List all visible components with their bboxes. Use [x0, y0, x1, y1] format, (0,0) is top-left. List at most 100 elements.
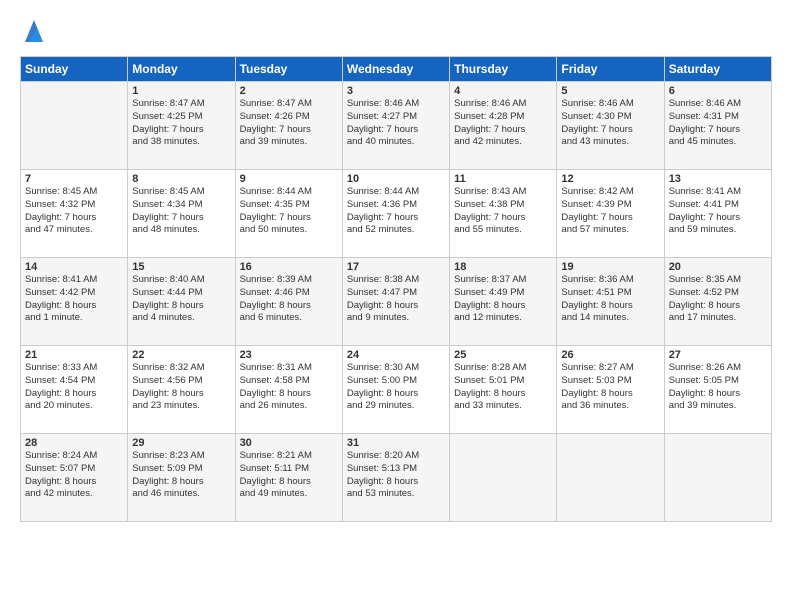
calendar-cell: 16Sunrise: 8:39 AMSunset: 4:46 PMDayligh…: [235, 258, 342, 346]
day-number: 5: [561, 85, 659, 97]
day-info: Sunrise: 8:41 AMSunset: 4:41 PMDaylight:…: [669, 186, 767, 237]
calendar-cell: 4Sunrise: 8:46 AMSunset: 4:28 PMDaylight…: [450, 82, 557, 170]
calendar-cell: 29Sunrise: 8:23 AMSunset: 5:09 PMDayligh…: [128, 434, 235, 522]
header-cell-tuesday: Tuesday: [235, 57, 342, 82]
day-number: 23: [240, 349, 338, 361]
header-cell-monday: Monday: [128, 57, 235, 82]
day-info: Sunrise: 8:30 AMSunset: 5:00 PMDaylight:…: [347, 362, 445, 413]
calendar-cell: 21Sunrise: 8:33 AMSunset: 4:54 PMDayligh…: [21, 346, 128, 434]
calendar-cell: [21, 82, 128, 170]
day-info: Sunrise: 8:20 AMSunset: 5:13 PMDaylight:…: [347, 450, 445, 501]
calendar-cell: 28Sunrise: 8:24 AMSunset: 5:07 PMDayligh…: [21, 434, 128, 522]
calendar-cell: 20Sunrise: 8:35 AMSunset: 4:52 PMDayligh…: [664, 258, 771, 346]
day-info: Sunrise: 8:35 AMSunset: 4:52 PMDaylight:…: [669, 274, 767, 325]
day-info: Sunrise: 8:26 AMSunset: 5:05 PMDaylight:…: [669, 362, 767, 413]
day-number: 14: [25, 261, 123, 273]
calendar-week-row: 28Sunrise: 8:24 AMSunset: 5:07 PMDayligh…: [21, 434, 772, 522]
day-number: 6: [669, 85, 767, 97]
day-number: 24: [347, 349, 445, 361]
calendar-cell: [557, 434, 664, 522]
day-info: Sunrise: 8:45 AMSunset: 4:32 PMDaylight:…: [25, 186, 123, 237]
calendar-cell: [450, 434, 557, 522]
day-info: Sunrise: 8:39 AMSunset: 4:46 PMDaylight:…: [240, 274, 338, 325]
calendar-cell: 6Sunrise: 8:46 AMSunset: 4:31 PMDaylight…: [664, 82, 771, 170]
day-number: 30: [240, 437, 338, 449]
day-info: Sunrise: 8:27 AMSunset: 5:03 PMDaylight:…: [561, 362, 659, 413]
day-number: 10: [347, 173, 445, 185]
day-number: 9: [240, 173, 338, 185]
logo: [20, 18, 45, 46]
day-info: Sunrise: 8:46 AMSunset: 4:28 PMDaylight:…: [454, 98, 552, 149]
day-info: Sunrise: 8:41 AMSunset: 4:42 PMDaylight:…: [25, 274, 123, 325]
header-cell-thursday: Thursday: [450, 57, 557, 82]
calendar-cell: 14Sunrise: 8:41 AMSunset: 4:42 PMDayligh…: [21, 258, 128, 346]
calendar-cell: 12Sunrise: 8:42 AMSunset: 4:39 PMDayligh…: [557, 170, 664, 258]
calendar-cell: 13Sunrise: 8:41 AMSunset: 4:41 PMDayligh…: [664, 170, 771, 258]
day-number: 8: [132, 173, 230, 185]
calendar-week-row: 21Sunrise: 8:33 AMSunset: 4:54 PMDayligh…: [21, 346, 772, 434]
header-cell-wednesday: Wednesday: [342, 57, 449, 82]
header: [20, 18, 772, 46]
day-number: 29: [132, 437, 230, 449]
day-number: 27: [669, 349, 767, 361]
header-cell-saturday: Saturday: [664, 57, 771, 82]
calendar-cell: 11Sunrise: 8:43 AMSunset: 4:38 PMDayligh…: [450, 170, 557, 258]
day-info: Sunrise: 8:32 AMSunset: 4:56 PMDaylight:…: [132, 362, 230, 413]
day-info: Sunrise: 8:47 AMSunset: 4:25 PMDaylight:…: [132, 98, 230, 149]
calendar-cell: 2Sunrise: 8:47 AMSunset: 4:26 PMDaylight…: [235, 82, 342, 170]
day-number: 12: [561, 173, 659, 185]
calendar-cell: 1Sunrise: 8:47 AMSunset: 4:25 PMDaylight…: [128, 82, 235, 170]
day-info: Sunrise: 8:46 AMSunset: 4:27 PMDaylight:…: [347, 98, 445, 149]
calendar-cell: [664, 434, 771, 522]
day-number: 20: [669, 261, 767, 273]
day-number: 7: [25, 173, 123, 185]
header-cell-friday: Friday: [557, 57, 664, 82]
calendar-cell: 19Sunrise: 8:36 AMSunset: 4:51 PMDayligh…: [557, 258, 664, 346]
day-info: Sunrise: 8:21 AMSunset: 5:11 PMDaylight:…: [240, 450, 338, 501]
day-number: 26: [561, 349, 659, 361]
calendar-cell: 22Sunrise: 8:32 AMSunset: 4:56 PMDayligh…: [128, 346, 235, 434]
day-number: 21: [25, 349, 123, 361]
calendar-cell: 26Sunrise: 8:27 AMSunset: 5:03 PMDayligh…: [557, 346, 664, 434]
calendar-cell: 24Sunrise: 8:30 AMSunset: 5:00 PMDayligh…: [342, 346, 449, 434]
day-info: Sunrise: 8:33 AMSunset: 4:54 PMDaylight:…: [25, 362, 123, 413]
calendar-week-row: 14Sunrise: 8:41 AMSunset: 4:42 PMDayligh…: [21, 258, 772, 346]
day-number: 28: [25, 437, 123, 449]
day-info: Sunrise: 8:44 AMSunset: 4:36 PMDaylight:…: [347, 186, 445, 237]
logo-icon: [23, 18, 45, 44]
day-info: Sunrise: 8:45 AMSunset: 4:34 PMDaylight:…: [132, 186, 230, 237]
day-info: Sunrise: 8:28 AMSunset: 5:01 PMDaylight:…: [454, 362, 552, 413]
day-number: 25: [454, 349, 552, 361]
day-number: 1: [132, 85, 230, 97]
calendar-cell: 7Sunrise: 8:45 AMSunset: 4:32 PMDaylight…: [21, 170, 128, 258]
day-info: Sunrise: 8:47 AMSunset: 4:26 PMDaylight:…: [240, 98, 338, 149]
day-number: 31: [347, 437, 445, 449]
calendar-body: 1Sunrise: 8:47 AMSunset: 4:25 PMDaylight…: [21, 82, 772, 522]
calendar-cell: 18Sunrise: 8:37 AMSunset: 4:49 PMDayligh…: [450, 258, 557, 346]
calendar-cell: 9Sunrise: 8:44 AMSunset: 4:35 PMDaylight…: [235, 170, 342, 258]
day-number: 17: [347, 261, 445, 273]
calendar-cell: 8Sunrise: 8:45 AMSunset: 4:34 PMDaylight…: [128, 170, 235, 258]
calendar-cell: 30Sunrise: 8:21 AMSunset: 5:11 PMDayligh…: [235, 434, 342, 522]
calendar-cell: 27Sunrise: 8:26 AMSunset: 5:05 PMDayligh…: [664, 346, 771, 434]
day-number: 4: [454, 85, 552, 97]
calendar-table: SundayMondayTuesdayWednesdayThursdayFrid…: [20, 56, 772, 522]
day-number: 19: [561, 261, 659, 273]
day-number: 18: [454, 261, 552, 273]
day-info: Sunrise: 8:46 AMSunset: 4:30 PMDaylight:…: [561, 98, 659, 149]
day-info: Sunrise: 8:44 AMSunset: 4:35 PMDaylight:…: [240, 186, 338, 237]
calendar-cell: 23Sunrise: 8:31 AMSunset: 4:58 PMDayligh…: [235, 346, 342, 434]
day-number: 22: [132, 349, 230, 361]
calendar-week-row: 7Sunrise: 8:45 AMSunset: 4:32 PMDaylight…: [21, 170, 772, 258]
day-info: Sunrise: 8:42 AMSunset: 4:39 PMDaylight:…: [561, 186, 659, 237]
day-number: 13: [669, 173, 767, 185]
calendar-cell: 31Sunrise: 8:20 AMSunset: 5:13 PMDayligh…: [342, 434, 449, 522]
day-info: Sunrise: 8:38 AMSunset: 4:47 PMDaylight:…: [347, 274, 445, 325]
calendar-header-row: SundayMondayTuesdayWednesdayThursdayFrid…: [21, 57, 772, 82]
calendar-cell: 5Sunrise: 8:46 AMSunset: 4:30 PMDaylight…: [557, 82, 664, 170]
calendar-cell: 3Sunrise: 8:46 AMSunset: 4:27 PMDaylight…: [342, 82, 449, 170]
page: SundayMondayTuesdayWednesdayThursdayFrid…: [0, 0, 792, 532]
day-info: Sunrise: 8:23 AMSunset: 5:09 PMDaylight:…: [132, 450, 230, 501]
calendar-cell: 17Sunrise: 8:38 AMSunset: 4:47 PMDayligh…: [342, 258, 449, 346]
day-info: Sunrise: 8:31 AMSunset: 4:58 PMDaylight:…: [240, 362, 338, 413]
